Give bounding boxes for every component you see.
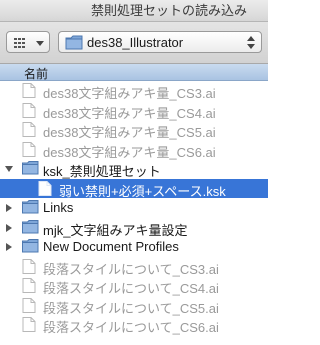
file-row[interactable]: des38文字組みアキ量_CS5.ai <box>0 120 268 140</box>
document-icon <box>22 278 36 296</box>
row-label: des38文字組みアキ量_CS3.ai <box>43 86 216 101</box>
document-icon <box>22 103 36 121</box>
file-row[interactable]: des38文字組みアキ量_CS3.ai <box>0 81 268 101</box>
location-label: des38_Illustrator <box>87 35 184 50</box>
file-row[interactable]: 段落スタイルについて_CS5.ai <box>0 296 268 316</box>
folder-row[interactable]: mjk_文字組みアキ量設定 <box>0 218 268 238</box>
icon-view-grid-icon <box>14 38 25 48</box>
disclosure-open-icon[interactable] <box>5 166 13 172</box>
folder-row[interactable]: ksk_禁則処理セット <box>0 159 268 179</box>
document-icon <box>22 259 36 277</box>
document-icon <box>22 298 36 316</box>
file-row[interactable]: 段落スタイルについて_CS6.ai <box>0 315 268 335</box>
disclosure-closed-icon[interactable] <box>6 243 12 251</box>
folder-icon <box>65 35 83 50</box>
folder-row[interactable]: New Document Profiles <box>0 237 268 256</box>
column-header-label: 名前 <box>24 67 49 81</box>
file-row[interactable]: 段落スタイルについて_CS4.ai <box>0 276 268 296</box>
view-options-button[interactable] <box>6 31 50 53</box>
window-title: 禁則処理セットの読み込み <box>90 3 247 18</box>
disclosure-closed-icon[interactable] <box>6 204 12 212</box>
row-label: Links <box>43 200 74 215</box>
document-icon <box>22 122 36 140</box>
file-row[interactable]: 段落スタイルについて_CS3.ai <box>0 257 268 277</box>
file-row[interactable]: des38文字組みアキ量_CS6.ai <box>0 140 268 160</box>
row-label: 段落スタイルについて_CS4.ai <box>43 281 219 296</box>
document-icon <box>22 83 36 101</box>
location-popup[interactable]: des38_Illustrator <box>58 31 262 53</box>
file-row[interactable]: 弱い禁則+必須+スペース.ksk <box>0 179 268 199</box>
folder-icon <box>22 220 39 237</box>
row-label: des38文字組みアキ量_CS5.ai <box>43 125 216 140</box>
document-icon <box>22 317 36 335</box>
folder-row[interactable]: Links <box>0 198 268 217</box>
file-row[interactable]: des38文字組みアキ量_CS4.ai <box>0 101 268 121</box>
row-label: 段落スタイルについて_CS6.ai <box>43 320 219 335</box>
toolbar: des38_Illustrator <box>0 22 268 64</box>
file-list: des38文字組みアキ量_CS3.ai des38文字組みアキ量_CS4.aide… <box>0 81 268 345</box>
updown-arrows-icon <box>247 36 255 49</box>
folder-icon <box>22 200 39 217</box>
name-column-header[interactable]: 名前 <box>0 64 268 81</box>
folder-icon <box>22 161 39 178</box>
chevron-down-icon <box>36 41 44 46</box>
document-icon <box>38 181 52 199</box>
folder-icon <box>22 239 39 256</box>
row-label: ksk_禁則処理セット <box>43 164 161 179</box>
document-icon <box>22 142 36 160</box>
disclosure-closed-icon[interactable] <box>6 224 12 232</box>
row-label: New Document Profiles <box>43 239 179 254</box>
title-bar: 禁則処理セットの読み込み <box>0 0 268 22</box>
